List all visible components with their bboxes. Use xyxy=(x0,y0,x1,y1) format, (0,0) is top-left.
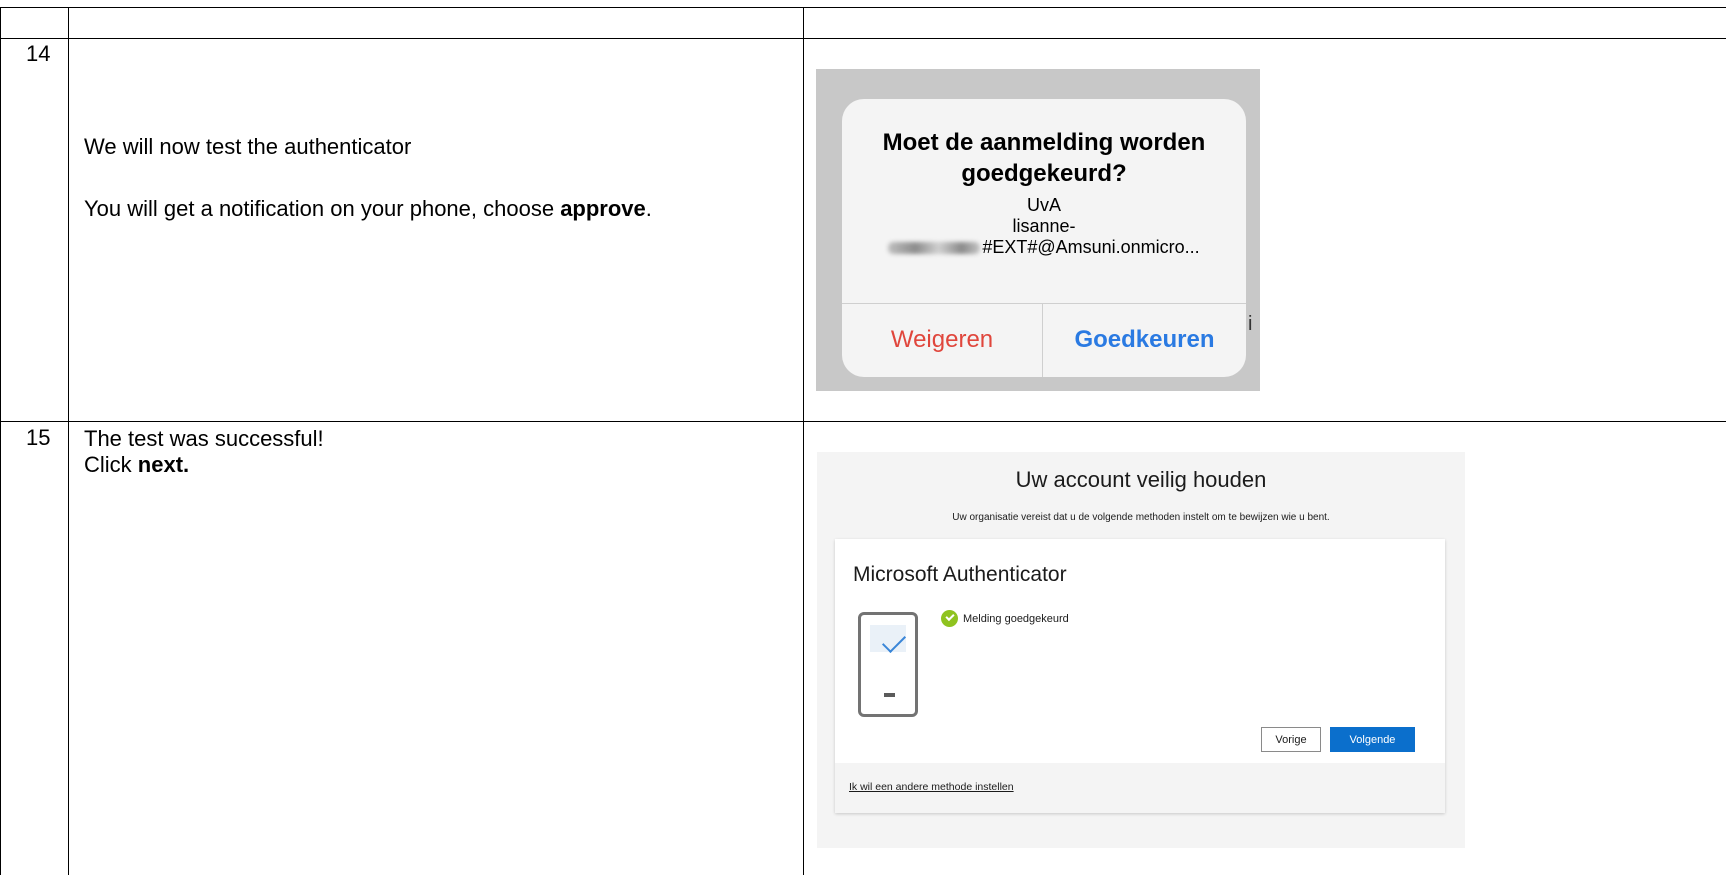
instruction-text: You will get a notification on your phon… xyxy=(84,196,561,221)
instruction-emphasis: next. xyxy=(137,452,190,477)
instruction-text: . xyxy=(645,196,652,221)
step-number: 14 xyxy=(26,41,51,66)
success-check-icon xyxy=(941,610,958,627)
instruction-text: Click xyxy=(84,452,138,477)
info-char: i xyxy=(1248,313,1253,335)
instruction-emphasis: approve xyxy=(560,196,646,221)
instruction-text: We will now test the authenticator xyxy=(84,134,412,159)
dialog-user: lisanne- xyxy=(1012,216,1076,236)
instruction-text: The test was successful! xyxy=(84,426,324,451)
card-footer: Ik wil een andere methode instellen xyxy=(835,763,1445,813)
phone-icon xyxy=(858,612,918,717)
next-button[interactable]: Volgende xyxy=(1330,727,1415,752)
approve-button[interactable]: Goedkeuren xyxy=(1043,303,1246,377)
step-number: 15 xyxy=(26,425,51,450)
header-row-divider xyxy=(0,38,1726,39)
dialog-org: UvA xyxy=(1026,195,1061,215)
account-security-screenshot: Uw account veilig houden Uw organisatie … xyxy=(817,452,1465,848)
dialog-title-line: Moet de aanmelding worden xyxy=(882,129,1206,156)
back-button[interactable]: Vorige xyxy=(1261,727,1321,752)
status-message: Melding goedgekeurd xyxy=(941,610,1069,627)
dialog-user-email: #EXT#@Amsuni.onmicro... xyxy=(842,237,1246,258)
phone-home-button xyxy=(884,693,895,697)
alternate-method-link[interactable]: Ik wil een andere methode instellen xyxy=(849,781,1014,793)
approval-dialog-screenshot: Moet de aanmelding worden goedgekeurd? U… xyxy=(816,69,1260,391)
authenticator-card: Microsoft Authenticator Melding goedgeke… xyxy=(835,539,1445,813)
status-text: Melding goedgekeurd xyxy=(963,612,1069,625)
step-instruction: You will get a notification on your phon… xyxy=(84,196,652,222)
step-instruction: We will now test the authenticator xyxy=(84,134,411,160)
dialog-title-line: goedgekeurd? xyxy=(961,160,1127,187)
page-title: Uw account veilig houden xyxy=(1015,467,1267,492)
page-subtitle: Uw organisatie vereist dat u de volgende… xyxy=(952,512,1330,523)
step-instruction: The test was successful! xyxy=(84,426,324,452)
number-column-divider xyxy=(68,7,69,875)
sign-in-approval-dialog: Moet de aanmelding worden goedgekeurd? U… xyxy=(842,99,1246,377)
phone-screen xyxy=(870,625,907,654)
deny-button[interactable]: Weigeren xyxy=(842,303,1042,377)
card-heading: Microsoft Authenticator xyxy=(853,563,1067,586)
dialog-title: Moet de aanmelding worden goedgekeurd? xyxy=(842,127,1246,189)
dialog-user-email-text: #EXT#@Amsuni.onmicro... xyxy=(982,237,1200,257)
table-left-border xyxy=(0,7,1,875)
redacted-name xyxy=(888,242,981,255)
checkmark-icon xyxy=(881,628,907,654)
image-column-divider xyxy=(803,7,804,875)
table-top-border xyxy=(0,7,1726,8)
row-divider xyxy=(0,421,1726,422)
step-instruction: Click next. xyxy=(84,452,189,478)
